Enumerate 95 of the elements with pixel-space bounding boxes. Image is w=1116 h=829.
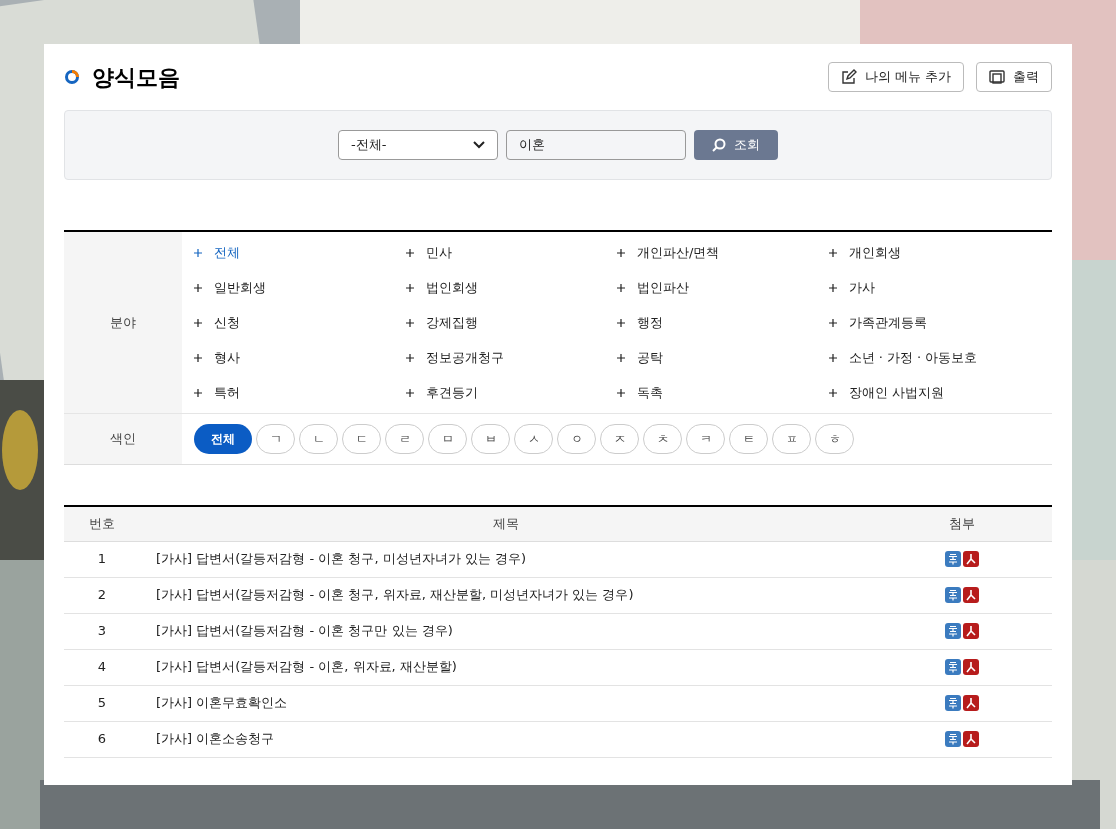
category-link[interactable]: 공탁 [617,347,829,368]
index-button[interactable]: ㅊ [643,424,682,454]
form-title-link[interactable]: [가사] 이혼무효확인소 [140,685,872,721]
plus-icon [828,353,837,362]
index-button[interactable]: ㅋ [686,424,725,454]
plus-icon [405,248,414,257]
chevron-down-icon [473,141,485,149]
plus-icon [405,283,414,292]
form-title-link[interactable]: [가사] 답변서(갈등저감형 - 이혼 청구, 위자료, 재산분할, 미성년자녀가 있는 경우) [140,577,872,613]
category-link[interactable]: 특허 [194,382,406,403]
edit-icon [840,69,857,85]
plus-icon [828,248,837,257]
index-button[interactable]: ㅇ [557,424,596,454]
plus-icon [828,318,837,327]
hwp-file-icon [945,695,961,711]
category-link[interactable]: 정보공개청구 [405,347,617,368]
plus-icon [405,318,414,327]
category-link[interactable]: 가족관계등록 [828,312,1040,333]
page-title: 양식모음 [92,63,180,92]
category-link[interactable]: 소년 · 가정 · 아동보호 [828,347,1040,368]
category-link[interactable]: 행정 [617,312,829,333]
form-title-link[interactable]: [가사] 이혼소송청구 [140,721,872,757]
plus-icon [405,353,414,362]
pdf-file-icon [963,695,979,711]
form-title-link[interactable]: [가사] 답변서(갈등저감형 - 이혼 청구, 미성년자녀가 있는 경우) [140,541,872,577]
category-link[interactable]: 독촉 [617,382,829,403]
category-link[interactable]: 법인파산 [617,277,829,298]
category-link[interactable]: 개인회생 [828,242,1040,263]
column-header: 첨부 [872,506,1052,541]
field-label: 분야 [110,313,136,332]
index-button[interactable]: ㄷ [342,424,381,454]
plus-icon [828,388,837,397]
plus-icon [617,318,625,327]
plus-icon [617,388,625,397]
row-number: 2 [64,577,140,613]
plus-icon [617,283,625,292]
index-button[interactable]: ㅁ [428,424,467,454]
index-button[interactable]: ㄹ [385,424,424,454]
category-link[interactable]: 신청 [194,312,406,333]
search-field[interactable]: 이혼 [506,130,686,160]
index-button[interactable]: ㄱ [256,424,295,454]
plus-icon [617,353,625,362]
category-select[interactable]: -전체- [338,130,498,160]
index-button[interactable]: ㅈ [600,424,639,454]
pdf-file-icon [963,623,979,639]
index-button[interactable]: ㅅ [514,424,553,454]
form-title-link[interactable]: [가사] 답변서(갈등저감형 - 이혼 청구만 있는 경우) [140,613,872,649]
index-button[interactable]: ㅂ [471,424,510,454]
category-link[interactable]: 장애인 사법지원 [828,382,1040,403]
category-link[interactable]: 개인파산/면책 [617,242,829,263]
index-button[interactable]: ㅍ [772,424,811,454]
column-header: 번호 [64,506,140,541]
category-link[interactable]: 형사 [194,347,406,368]
pdf-file-icon [963,731,979,747]
column-header: 제목 [140,506,872,541]
row-number: 6 [64,721,140,757]
search-icon [712,138,726,152]
plus-icon [194,353,202,362]
ring-icon [64,69,80,85]
hwp-file-icon [945,587,961,603]
index-label: 색인 [110,430,136,449]
category-link[interactable]: 가사 [828,277,1040,298]
row-number: 1 [64,541,140,577]
category-link[interactable]: 일반회생 [194,277,406,298]
pdf-file-icon [963,551,979,567]
plus-icon [828,283,837,292]
index-button[interactable]: 전체 [194,424,252,454]
category-link[interactable]: 법인회생 [405,277,617,298]
category-link[interactable]: 전체 [194,242,406,263]
category-link[interactable]: 민사 [405,242,617,263]
category-link[interactable]: 후견등기 [405,382,617,403]
window-icon [989,69,1005,85]
pdf-file-icon [963,659,979,675]
hwp-file-icon [945,551,961,567]
row-number: 5 [64,685,140,721]
plus-icon [194,388,202,397]
index-button[interactable]: ㅎ [815,424,854,454]
plus-icon [194,248,202,257]
index-button[interactable]: ㅌ [729,424,768,454]
row-number: 4 [64,649,140,685]
plus-icon [617,248,625,257]
add-menu-button[interactable]: 나의 메뉴 추가 [827,62,964,92]
hwp-file-icon [945,731,961,747]
hwp-file-icon [945,659,961,675]
print-button[interactable]: 출력 [976,62,1052,92]
hwp-file-icon [945,623,961,639]
category-link[interactable]: 강제집행 [405,312,617,333]
plus-icon [194,283,202,292]
index-button[interactable]: ㄴ [299,424,338,454]
pdf-file-icon [963,587,979,603]
form-title-link[interactable]: [가사] 답변서(갈등저감형 - 이혼, 위자료, 재산분할) [140,649,872,685]
search-button[interactable]: 조회 [694,130,778,160]
row-number: 3 [64,613,140,649]
plus-icon [405,388,414,397]
plus-icon [194,318,202,327]
